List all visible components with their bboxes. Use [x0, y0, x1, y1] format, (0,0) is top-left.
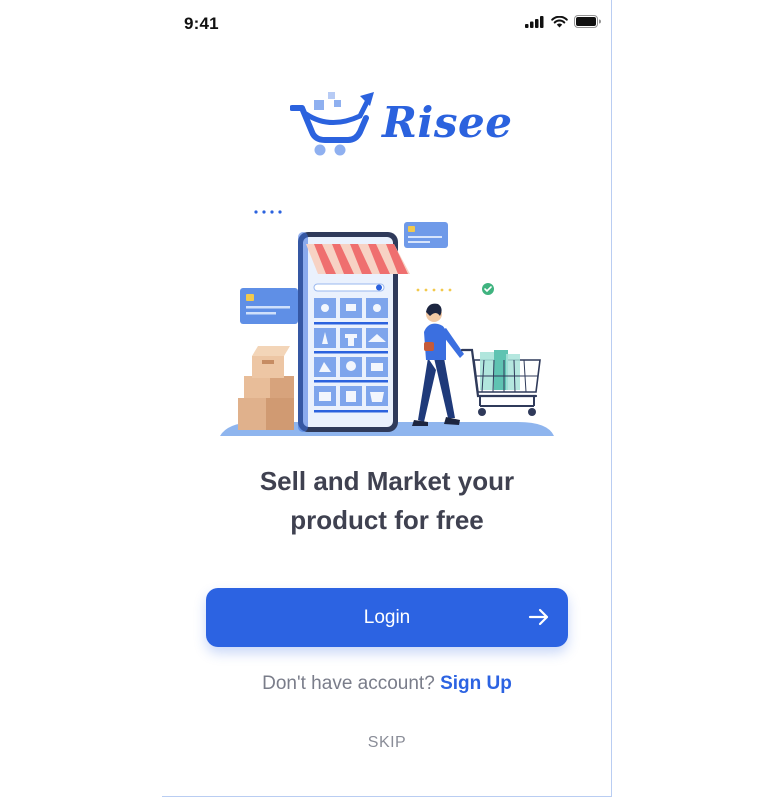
status-bar: 9:41: [162, 0, 611, 48]
status-time: 9:41: [184, 14, 219, 33]
hero-illustration: [220, 210, 554, 436]
skip-button[interactable]: SKIP: [162, 734, 611, 752]
shopper-icon: [412, 303, 464, 426]
boxes-icon: [238, 346, 294, 430]
shopping-cart-arrow-icon: [290, 92, 374, 156]
credit-card-left-icon: [240, 288, 298, 324]
login-button-label: Login: [363, 607, 411, 628]
status-icons: [525, 15, 601, 28]
login-button[interactable]: Login: [206, 588, 568, 647]
check-icon: [482, 283, 494, 295]
headline-line-2: product for free: [290, 505, 484, 535]
signal-icon: [525, 15, 544, 28]
signup-prompt-row: Don't have account? Sign Up: [162, 673, 611, 695]
shopping-cart-icon: [460, 348, 541, 416]
phone-store-icon: [298, 232, 410, 432]
battery-icon: [574, 15, 601, 28]
credit-card-right-icon: [404, 222, 448, 248]
headline-line-1: Sell and Market your: [259, 466, 515, 496]
headline: Sell and Market your product for free: [162, 462, 611, 540]
app-logo: Risee: [290, 90, 512, 160]
phone-screen: 9:41 Risee Sell and Market your product …: [162, 0, 612, 797]
sign-up-link[interactable]: Sign Up: [440, 673, 512, 694]
signup-prompt-text: Don't have account?: [262, 673, 435, 694]
wifi-icon: [551, 15, 568, 27]
logo-text: Risee: [382, 98, 513, 147]
arrow-right-icon: [528, 608, 549, 626]
